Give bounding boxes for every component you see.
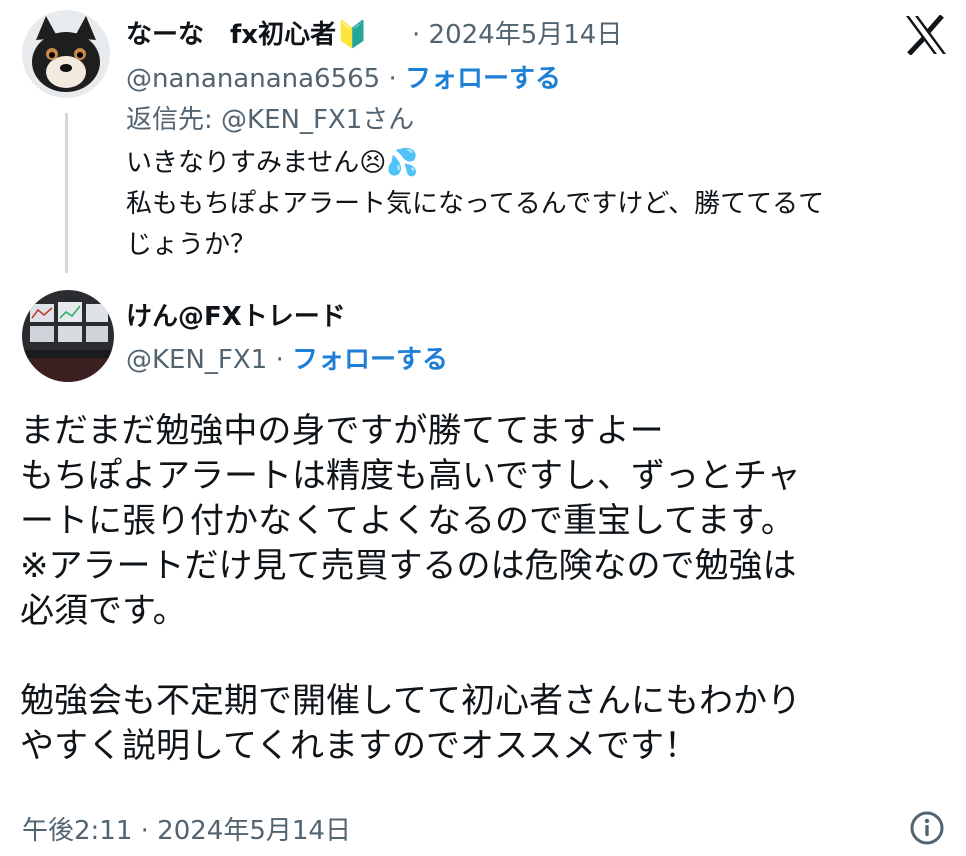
tweet-date[interactable]: · 2024年5月14日: [412, 14, 622, 51]
display-name[interactable]: けん@FXトレード: [126, 296, 346, 333]
display-name[interactable]: なーな fx初心者🔰: [126, 14, 368, 51]
handle-row: @nanananana6565 · フォローする: [126, 64, 562, 94]
handle[interactable]: @KEN_FX1: [126, 345, 267, 375]
handle-row: @KEN_FX1 · フォローする: [126, 345, 449, 375]
body-line: 勉強会も不定期で開催してて初心者さんにもわかり: [20, 681, 801, 721]
persevering-face-icon: 😣: [359, 148, 387, 178]
reply-to[interactable]: 返信先: @KEN_FX1さん: [126, 99, 414, 136]
body-line: 必須です。: [20, 591, 187, 631]
reply-line-1: いきなりすみません😣💦: [126, 148, 419, 178]
follow-button[interactable]: フォローする: [405, 64, 561, 94]
body-line: やすく説明してくれますのでオススメです！: [20, 726, 698, 766]
tweet-timestamp[interactable]: 午後2:11 · 2024年5月14日: [22, 810, 351, 847]
avatar[interactable]: [22, 290, 114, 382]
body-line: ートに張り付かなくてよくなるので重宝してます。: [20, 501, 795, 541]
avatar[interactable]: [22, 10, 110, 98]
body-line: まだまだ勉強中の身ですが勝ててますよー: [20, 411, 664, 451]
reply-text: いきなりすみません😣💦 私ももちぽよアラート気になってるんですけど、勝ててるて …: [126, 143, 946, 266]
sweat-droplets-icon: 💦: [386, 148, 419, 178]
handle[interactable]: @nanananana6565: [126, 64, 380, 94]
tweet-body: まだまだ勉強中の身ですが勝ててますよー もちぽよアラートは精度も高いですし、ずっ…: [20, 409, 955, 769]
info-icon[interactable]: [909, 810, 945, 846]
reply-line-2: 私ももちぽよアラート気になってるんですけど、勝ててるて: [126, 189, 825, 219]
body-line: もちぽよアラートは精度も高いですし、ずっとチャ: [20, 456, 801, 496]
body-line: ※アラートだけ見て売買するのは危険なので勉強は: [20, 546, 797, 586]
beginner-mark-icon: 🔰: [336, 20, 369, 50]
x-logo-icon[interactable]: [904, 14, 948, 56]
follow-button[interactable]: フォローする: [292, 345, 448, 375]
reply-line-3: じょうか？: [126, 230, 257, 260]
thread-line: [65, 113, 68, 273]
